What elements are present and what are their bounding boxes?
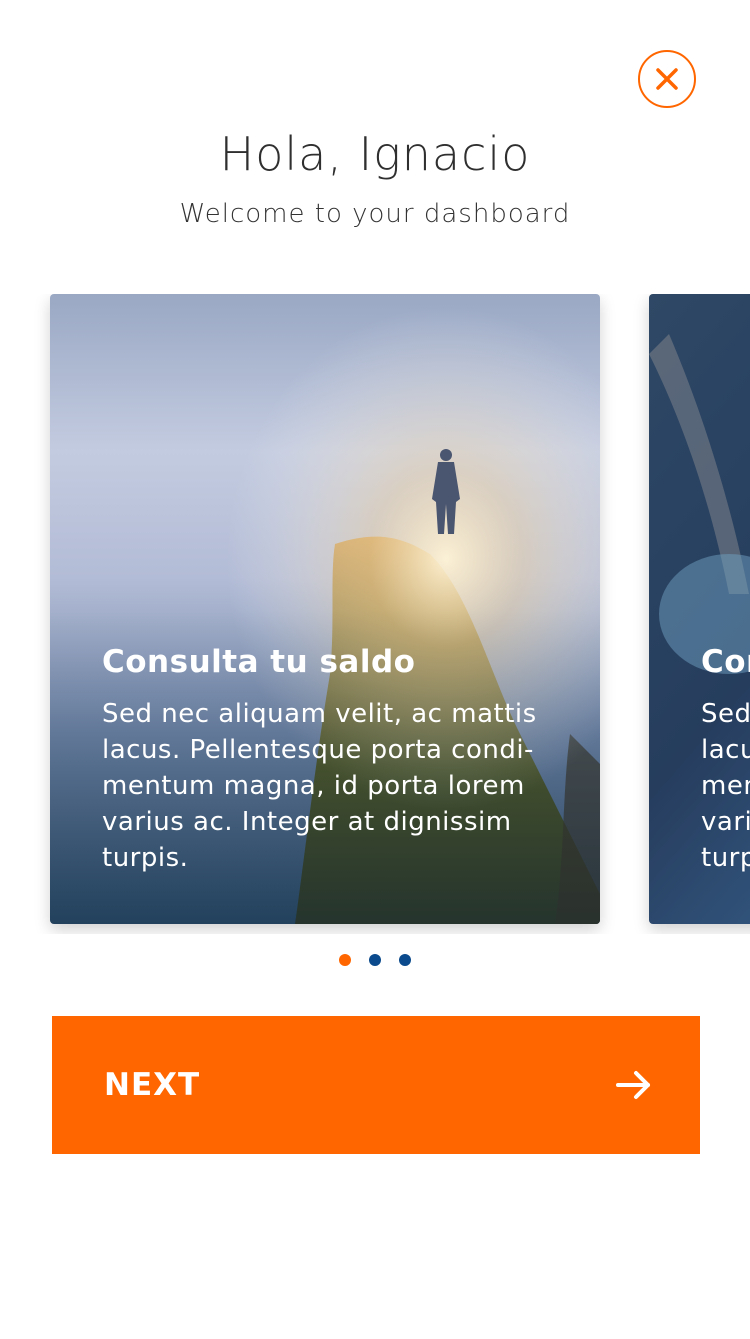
carousel-pagination [0,954,750,966]
greeting-title: Hola, Ignacio [219,127,531,181]
card-content: Consulta tu saldo Sed nec aliquam velit,… [102,642,542,876]
arrow-right-icon [616,1071,650,1099]
card-description: Sed nec aliquam velit, ac mattis lacus. … [701,699,750,873]
carousel-card-active[interactable]: Consulta tu saldo Sed nec aliquam velit,… [50,294,600,924]
card-content: Consulta tu saldo Sed nec aliquam velit,… [701,642,750,876]
next-button-label: NEXT [104,1067,201,1103]
pagination-dot-1[interactable] [339,954,351,966]
card-title: Consulta tu saldo [102,644,416,680]
pagination-dot-2[interactable] [369,954,381,966]
close-button[interactable] [638,50,696,108]
carousel-card-next[interactable]: Consulta tu saldo Sed nec aliquam velit,… [649,294,750,924]
card-title: Consulta tu saldo [701,644,750,680]
dashboard-subtitle: Welcome to your dashboard [179,199,571,229]
next-button[interactable]: NEXT [52,1016,700,1154]
card-carousel[interactable]: Consulta tu saldo Sed nec aliquam velit,… [0,294,750,934]
close-icon [656,68,678,90]
pagination-dot-3[interactable] [399,954,411,966]
card-description: Sed nec aliquam velit, ac mattis lacus. … [102,699,537,873]
